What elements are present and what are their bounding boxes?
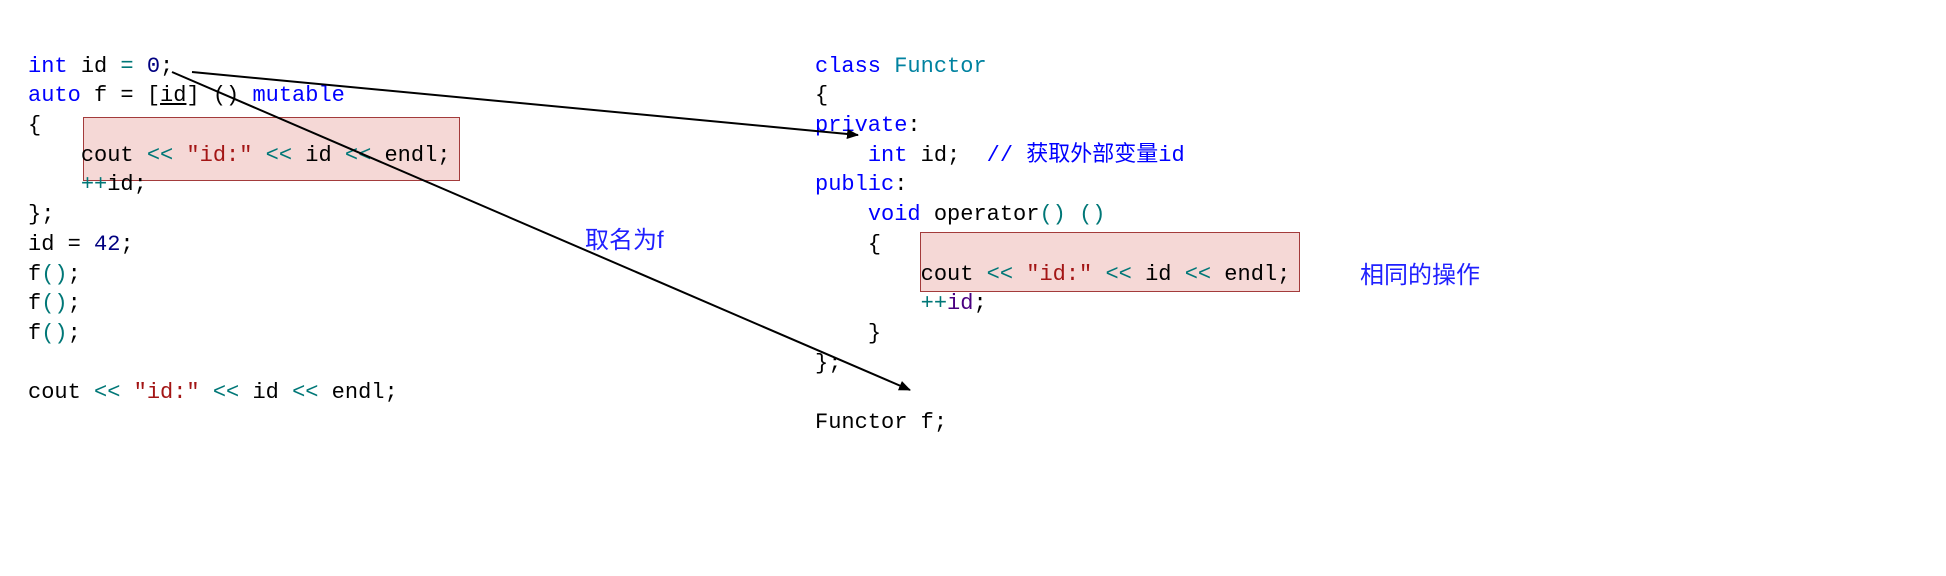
- paren: (): [41, 321, 67, 346]
- eq: =: [120, 54, 133, 79]
- kw-int: int: [28, 54, 68, 79]
- cout: cout: [81, 143, 147, 168]
- txt: [68, 54, 81, 79]
- id-assign: id =: [28, 232, 94, 257]
- op: <<: [266, 143, 292, 168]
- txt: [134, 54, 147, 79]
- left-code-block: int id = 0; auto f = [id] () mutable { c…: [28, 22, 451, 408]
- class-name: Functor: [894, 54, 986, 79]
- kw-void: void: [868, 202, 921, 227]
- brace: {: [28, 113, 41, 138]
- op: <<: [147, 143, 173, 168]
- capture-id: id: [160, 83, 186, 108]
- brace: };: [28, 202, 54, 227]
- txt: ] (): [186, 83, 252, 108]
- indent: [815, 143, 868, 168]
- comment: // 获取外部变量id: [987, 143, 1185, 168]
- id: id: [907, 143, 947, 168]
- annotation-named-f: 取名为f: [585, 220, 664, 255]
- paren: (): [41, 262, 67, 287]
- kw-mutable: mutable: [252, 83, 344, 108]
- sp: [1066, 202, 1079, 227]
- endl: endl: [371, 143, 437, 168]
- op: <<: [213, 380, 239, 405]
- functor-type: Functor: [815, 410, 907, 435]
- paren: (): [41, 291, 67, 316]
- brace: }: [868, 321, 881, 346]
- id: id: [947, 291, 973, 316]
- annotation-same-op: 相同的操作: [1360, 255, 1480, 290]
- kw-public: public: [815, 172, 894, 197]
- txt: f = [: [81, 83, 160, 108]
- f-call: f: [28, 321, 41, 346]
- op: <<: [345, 143, 371, 168]
- indent: [28, 172, 81, 197]
- kw-private: private: [815, 113, 907, 138]
- pp: ++: [81, 172, 107, 197]
- semi: ;: [134, 172, 147, 197]
- colon: :: [907, 113, 920, 138]
- str: "id:": [1013, 262, 1105, 287]
- semi: ;: [68, 321, 81, 346]
- semi: ;: [973, 291, 986, 316]
- str: "id:": [173, 143, 265, 168]
- f-call: f: [28, 291, 41, 316]
- indent: [28, 143, 81, 168]
- brace: {: [815, 83, 828, 108]
- num-zero: 0: [147, 54, 160, 79]
- indent: [815, 202, 868, 227]
- paren: (): [1039, 202, 1065, 227]
- op: <<: [1185, 262, 1211, 287]
- semi: ;: [68, 291, 81, 316]
- colon: :: [894, 172, 907, 197]
- txt: [107, 54, 120, 79]
- paren: (): [1079, 202, 1105, 227]
- kw-int: int: [868, 143, 908, 168]
- semi: ;: [120, 232, 133, 257]
- operator-kw: operator: [921, 202, 1040, 227]
- pp: ++: [921, 291, 947, 316]
- op: <<: [987, 262, 1013, 287]
- op: <<: [94, 380, 120, 405]
- right-code-block: class Functor { private: int id; // 获取外部…: [815, 22, 1290, 438]
- semi: ;: [1277, 262, 1290, 287]
- brace: {: [868, 232, 881, 257]
- kw-auto: auto: [28, 83, 81, 108]
- id: id: [239, 380, 292, 405]
- kw-class: class: [815, 54, 894, 79]
- cout: cout: [921, 262, 987, 287]
- semi: ;: [947, 143, 987, 168]
- num: 42: [94, 232, 120, 257]
- brace: };: [815, 351, 841, 376]
- semi: ;: [437, 143, 450, 168]
- semi: ;: [68, 262, 81, 287]
- indent: [815, 232, 868, 257]
- endl: endl: [318, 380, 384, 405]
- op: <<: [292, 380, 318, 405]
- id: id: [81, 54, 107, 79]
- semi: ;: [934, 410, 947, 435]
- f-decl: f: [907, 410, 933, 435]
- indent: [815, 321, 868, 346]
- semi: ;: [384, 380, 397, 405]
- indent: [815, 262, 921, 287]
- id: id: [292, 143, 345, 168]
- endl: endl: [1211, 262, 1277, 287]
- op: <<: [1105, 262, 1131, 287]
- f-call: f: [28, 262, 41, 287]
- semi: ;: [160, 54, 173, 79]
- str: "id:": [120, 380, 212, 405]
- indent: [815, 291, 921, 316]
- cout: cout: [28, 380, 94, 405]
- id: id: [107, 172, 133, 197]
- id: id: [1132, 262, 1185, 287]
